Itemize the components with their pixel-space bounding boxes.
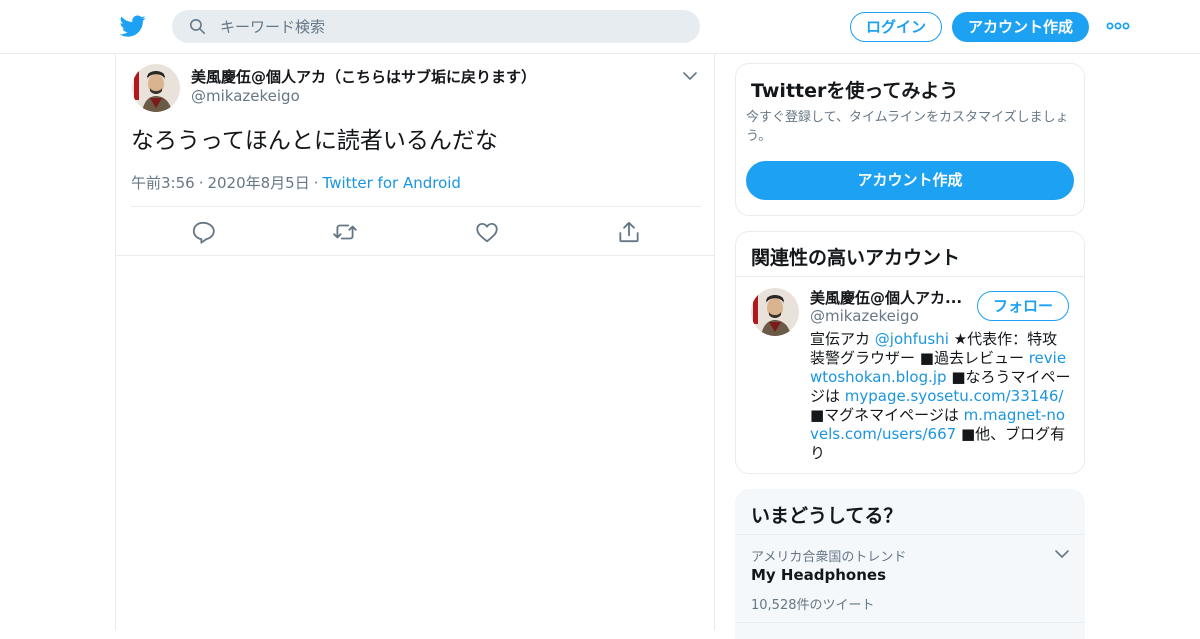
search-input[interactable] — [220, 10, 680, 43]
meta-separator: · — [198, 174, 204, 192]
more-dots-icon[interactable] — [1106, 18, 1130, 34]
signup-button[interactable]: アカウント作成 — [952, 12, 1089, 42]
tweet-meta: 午前3:56 · 2020年8月5日 · Twitter for Android — [131, 172, 461, 193]
avatar-image — [132, 64, 180, 112]
twitter-bird-icon[interactable] — [120, 13, 146, 39]
signup-card-button[interactable]: アカウント作成 — [746, 161, 1074, 200]
related-accounts-card: 関連性の高いアカウント 美風慶伍@個人アカ... @mikazekeigo フォ… — [735, 231, 1085, 474]
divider — [736, 622, 1084, 623]
signup-card: Twitterを使ってみよう 今すぐ登録して、タイムラインをカスタマイズしましょ… — [735, 63, 1085, 216]
related-account-bio: 宣伝アカ @johfushi ★代表作：特攻装警グラウザー ■過去レビュー re… — [810, 330, 1072, 463]
signup-card-description: 今すぐ登録して、タイムラインをカスタマイズしましょう。 — [746, 110, 1069, 144]
bio-link[interactable]: mypage.syosetu.com/33146/ — [845, 387, 1064, 405]
top-navigation-bar: ログイン アカウント作成 — [0, 0, 1200, 54]
trends-card: いまどうしてる？ アメリカ合衆国のトレンド My Headphones 10,5… — [735, 489, 1085, 639]
follow-button[interactable]: フォロー — [977, 291, 1069, 321]
trend-tweet-count: 10,528件のツイート — [751, 598, 875, 613]
author-name[interactable]: 美風慶伍@個人アカ（こちらはサブ垢に戻ります） — [191, 66, 671, 87]
tweet-time[interactable]: 午前3:56 — [131, 174, 195, 192]
search-icon — [189, 18, 206, 35]
author-handle[interactable]: @mikazekeigo — [191, 87, 300, 105]
related-account-handle[interactable]: @mikazekeigo — [810, 307, 919, 325]
tweet-actions — [116, 207, 716, 255]
related-account-name[interactable]: 美風慶伍@個人アカ... — [810, 287, 970, 308]
related-accounts-title: 関連性の高いアカウント — [751, 247, 961, 269]
chevron-down-icon[interactable] — [1054, 546, 1070, 562]
bio-text: 宣伝アカ — [810, 330, 875, 348]
tweet-source-link[interactable]: Twitter for Android — [323, 174, 461, 192]
avatar-image — [751, 288, 799, 336]
meta-separator: · — [313, 174, 319, 192]
bio-link[interactable]: @johfushi — [875, 330, 949, 348]
search-box[interactable] — [172, 10, 700, 43]
bio-text: ■マグネマイページは — [810, 406, 964, 424]
tweet-column: 美風慶伍@個人アカ（こちらはサブ垢に戻ります） @mikazekeigo なろう… — [115, 54, 715, 630]
tweet-text: なろうってほんとに読者いるんだな — [131, 128, 498, 154]
login-button[interactable]: ログイン — [850, 12, 942, 42]
signup-card-title: Twitterを使ってみよう — [751, 80, 959, 102]
heart-icon[interactable] — [474, 219, 500, 245]
trend-name[interactable]: My Headphones — [751, 566, 886, 584]
trend-context: アメリカ合衆国のトレンド — [751, 550, 907, 565]
trends-title: いまどうしてる？ — [751, 505, 903, 527]
avatar[interactable] — [751, 288, 799, 336]
share-icon[interactable] — [616, 219, 642, 245]
avatar[interactable] — [132, 64, 180, 112]
retweet-icon[interactable] — [332, 219, 358, 245]
tweet-date[interactable]: 2020年8月5日 — [207, 174, 309, 192]
divider — [736, 276, 1084, 277]
divider — [116, 255, 714, 256]
chevron-down-icon[interactable] — [682, 68, 698, 84]
divider — [736, 534, 1084, 535]
reply-icon[interactable] — [190, 219, 216, 245]
